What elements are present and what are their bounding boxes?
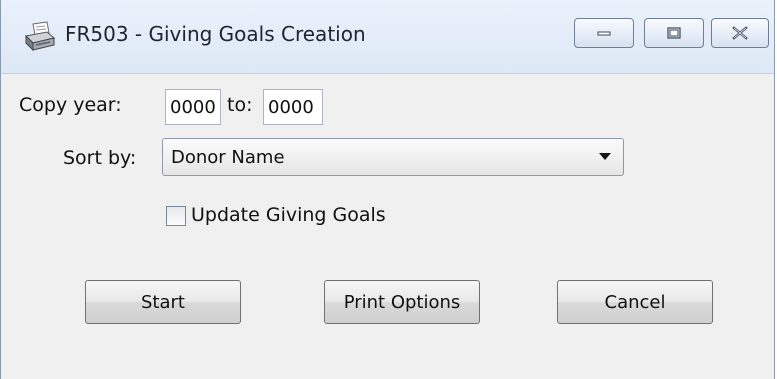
chevron-down-icon xyxy=(599,153,611,160)
title-bar[interactable]: FR503 - Giving Goals Creation xyxy=(1,0,774,74)
copy-year-label: Copy year: xyxy=(19,94,122,116)
copy-year-to-input[interactable] xyxy=(263,89,323,125)
window-title: FR503 - Giving Goals Creation xyxy=(65,22,366,46)
maximize-icon xyxy=(667,27,681,39)
dialog-content: Copy year: to: Sort by: Donor Name Updat… xyxy=(1,74,774,379)
update-giving-goals-checkbox[interactable] xyxy=(166,206,186,226)
sort-by-select[interactable]: Donor Name xyxy=(162,138,624,176)
to-label: to: xyxy=(227,94,253,116)
print-options-button[interactable]: Print Options xyxy=(324,280,480,324)
maximize-button[interactable] xyxy=(644,18,704,48)
printer-icon xyxy=(24,21,56,52)
copy-year-from-input[interactable] xyxy=(165,89,221,125)
close-icon xyxy=(732,26,748,40)
close-button[interactable] xyxy=(711,18,769,48)
start-button[interactable]: Start xyxy=(85,280,241,324)
sort-by-label: Sort by: xyxy=(63,147,137,169)
update-giving-goals-label[interactable]: Update Giving Goals xyxy=(191,204,386,226)
sort-by-selected-value: Donor Name xyxy=(171,147,285,168)
cancel-button[interactable]: Cancel xyxy=(557,280,713,324)
minimize-icon xyxy=(597,31,611,36)
dialog-window: FR503 - Giving Goals Creation Copy year:… xyxy=(0,0,775,379)
minimize-button[interactable] xyxy=(574,18,634,48)
